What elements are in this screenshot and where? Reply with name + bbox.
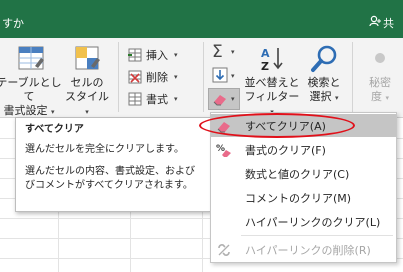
menu-item-label: ハイパーリンクの削除(R) [245,244,371,257]
svg-text:Z: Z [261,60,269,73]
tooltip-line-3: びコメントがすべてクリアされます。 [25,180,193,191]
menu-item-clear-comments[interactable]: コメントのクリア(M) [211,186,396,209]
chevron-down-icon: ▾ [231,72,235,80]
menu-item-label: 数式と値のクリア(C) [245,168,350,181]
sort-az-icon: A Z [261,47,283,73]
sort-filter-label-2: フィルター [244,90,300,103]
group-divider [203,42,204,112]
window-title: すか [2,17,24,30]
format-as-table-label-1: テーブルとして [0,76,62,103]
delete-button[interactable]: 削除 ▾ [128,68,178,86]
find-select-label-2: 選択 [309,90,332,103]
menu-item-label: 書式のクリア(F) [245,144,326,157]
percent-eraser-icon: % [216,144,231,157]
ribbon: テーブルとして 書式設定 ▾ セルの スタイル ▾ 挿入 ▾ 削除 ▾ 書式 ▾… [0,38,403,118]
format-label: 書式 [146,93,168,106]
menu-item-clear-all[interactable]: すべてクリア(A) [211,114,396,137]
table-format-icon [18,46,44,70]
cell-styles-label-1: セルの [70,76,104,89]
menu-item-label: すべてクリア(A) [245,120,326,133]
cell-styles-icon [75,46,100,70]
menu-separator [241,235,393,236]
fill-button[interactable]: ▾ [210,66,240,86]
cell-styles-button[interactable]: セルの スタイル ▾ [64,44,110,119]
group-divider [118,42,119,112]
tooltip-line-1: 選んだセルを完全にクリアします。 [25,144,184,155]
menu-item-remove-hyperlinks: ハイパーリンクの削除(R) [211,238,396,261]
format-as-table-button[interactable]: テーブルとして 書式設定 ▾ [0,44,64,119]
menu-item-clear-formats[interactable]: % 書式のクリア(F) [211,138,396,161]
share-label[interactable]: 共 [383,15,394,31]
clear-dropdown-menu: すべてクリア(A) % 書式のクリア(F) 数式と値のクリア(C) コメントのク… [210,112,397,263]
chevron-down-icon: ▾ [334,94,339,102]
sensitivity-icon [375,53,385,63]
magnifier-icon [311,45,337,72]
find-select-button[interactable]: 検索と 選択 ▾ [302,44,346,105]
chevron-down-icon: ▾ [50,108,55,116]
sensitivity-label-2: 度 [370,90,382,103]
sort-filter-button[interactable]: A Z 並べ替えと フィルター ▾ [244,44,300,119]
title-bar: すか 共 [0,0,403,38]
insert-button[interactable]: 挿入 ▾ [128,46,178,64]
cell-styles-label-2: スタイル [65,90,109,103]
format-cells-icon [128,92,142,106]
insert-label: 挿入 [146,49,168,62]
group-divider [352,42,353,112]
clear-button[interactable]: ▾ [208,88,240,110]
menu-item-clear-hyperlinks[interactable]: ハイパーリンクのクリア(L) [211,210,396,233]
delete-cells-icon [128,70,142,84]
unlink-icon [218,244,230,256]
svg-text:A: A [261,47,270,60]
clear-all-tooltip: すべてクリア 選んだセルを完全にクリアします。 選んだセルの内容、書式設定、およ… [15,117,211,212]
chevron-down-icon: ▾ [174,95,178,103]
tooltip-title: すべてクリア [25,124,84,135]
chevron-down-icon: ▾ [231,48,235,56]
person-icon[interactable] [369,15,381,27]
fill-down-icon [212,67,228,83]
insert-cells-icon [128,48,142,62]
sort-filter-label-1: 並べ替えと [244,76,300,89]
find-select-label-1: 検索と [307,76,341,89]
menu-item-label: コメントのクリア(M) [245,192,352,205]
chevron-down-icon: ▾ [85,108,89,116]
chevron-down-icon: ▾ [174,73,178,81]
sensitivity-button: 秘密 度 ▾ [360,44,400,105]
sigma-icon: Σ [212,42,223,62]
sensitivity-label-1: 秘密 [369,76,391,89]
chevron-down-icon: ▾ [385,94,389,102]
eraser-icon [213,95,226,106]
format-as-table-label-2: 書式設定 [3,104,48,117]
menu-item-clear-contents[interactable]: 数式と値のクリア(C) [211,162,396,185]
svg-text:%: % [216,144,225,154]
chevron-down-icon: ▾ [174,51,178,59]
eraser-icon [217,122,230,133]
tooltip-line-2: 選んだセルの内容、書式設定、および [25,166,195,177]
chevron-down-icon: ▾ [231,95,235,103]
delete-label: 削除 [146,71,168,84]
menu-item-label: ハイパーリンクのクリア(L) [245,216,381,229]
autosum-button[interactable]: Σ ▾ [210,42,240,62]
format-button[interactable]: 書式 ▾ [128,90,178,108]
